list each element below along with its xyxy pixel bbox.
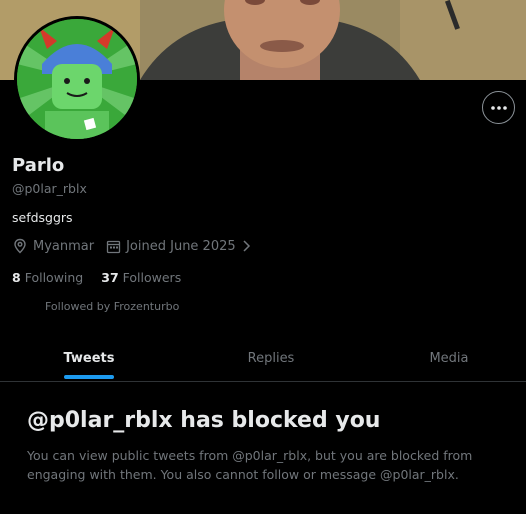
profile-name: Parlo <box>12 155 65 176</box>
following-label: Following <box>24 270 84 285</box>
profile-tabs: Tweets Replies Media <box>0 335 526 382</box>
followers-link[interactable]: 37 Followers <box>101 270 181 285</box>
profile-handle: @p0lar_rblx <box>12 181 87 196</box>
followers-count: 37 <box>101 270 119 285</box>
profile-meta: Myanmar Joined June 2025 <box>12 238 270 254</box>
following-link[interactable]: 8 Following <box>12 270 83 285</box>
location-text: Myanmar <box>33 238 95 254</box>
active-tab-indicator <box>64 375 114 379</box>
avatar[interactable] <box>14 16 140 142</box>
tab-tweets-label: Tweets <box>63 350 115 366</box>
tab-replies-label: Replies <box>247 350 295 366</box>
follow-stats: 8 Following 37 Followers <box>12 270 199 285</box>
followed-by-text[interactable]: Followed by Frozenturbo <box>45 300 179 313</box>
blocked-title: @p0lar_rblx has blocked you <box>27 408 381 433</box>
map-pin-icon <box>14 238 26 254</box>
followers-label: Followers <box>122 270 182 285</box>
tab-media[interactable]: Media <box>360 335 526 381</box>
blocked-message: You can view public tweets from @p0lar_r… <box>27 448 473 482</box>
more-options-button[interactable] <box>482 91 515 124</box>
more-horizontal-icon <box>490 105 507 110</box>
location-item: Myanmar <box>12 238 94 254</box>
tab-replies[interactable]: Replies <box>182 335 360 381</box>
following-count: 8 <box>12 270 21 285</box>
calendar-icon <box>106 240 121 253</box>
profile-bio: sefdsggrs <box>12 210 73 225</box>
joined-text: Joined June 2025 <box>126 238 236 254</box>
joined-item[interactable]: Joined June 2025 <box>106 239 258 254</box>
chevron-right-icon <box>243 240 250 252</box>
tab-media-label: Media <box>429 350 469 366</box>
